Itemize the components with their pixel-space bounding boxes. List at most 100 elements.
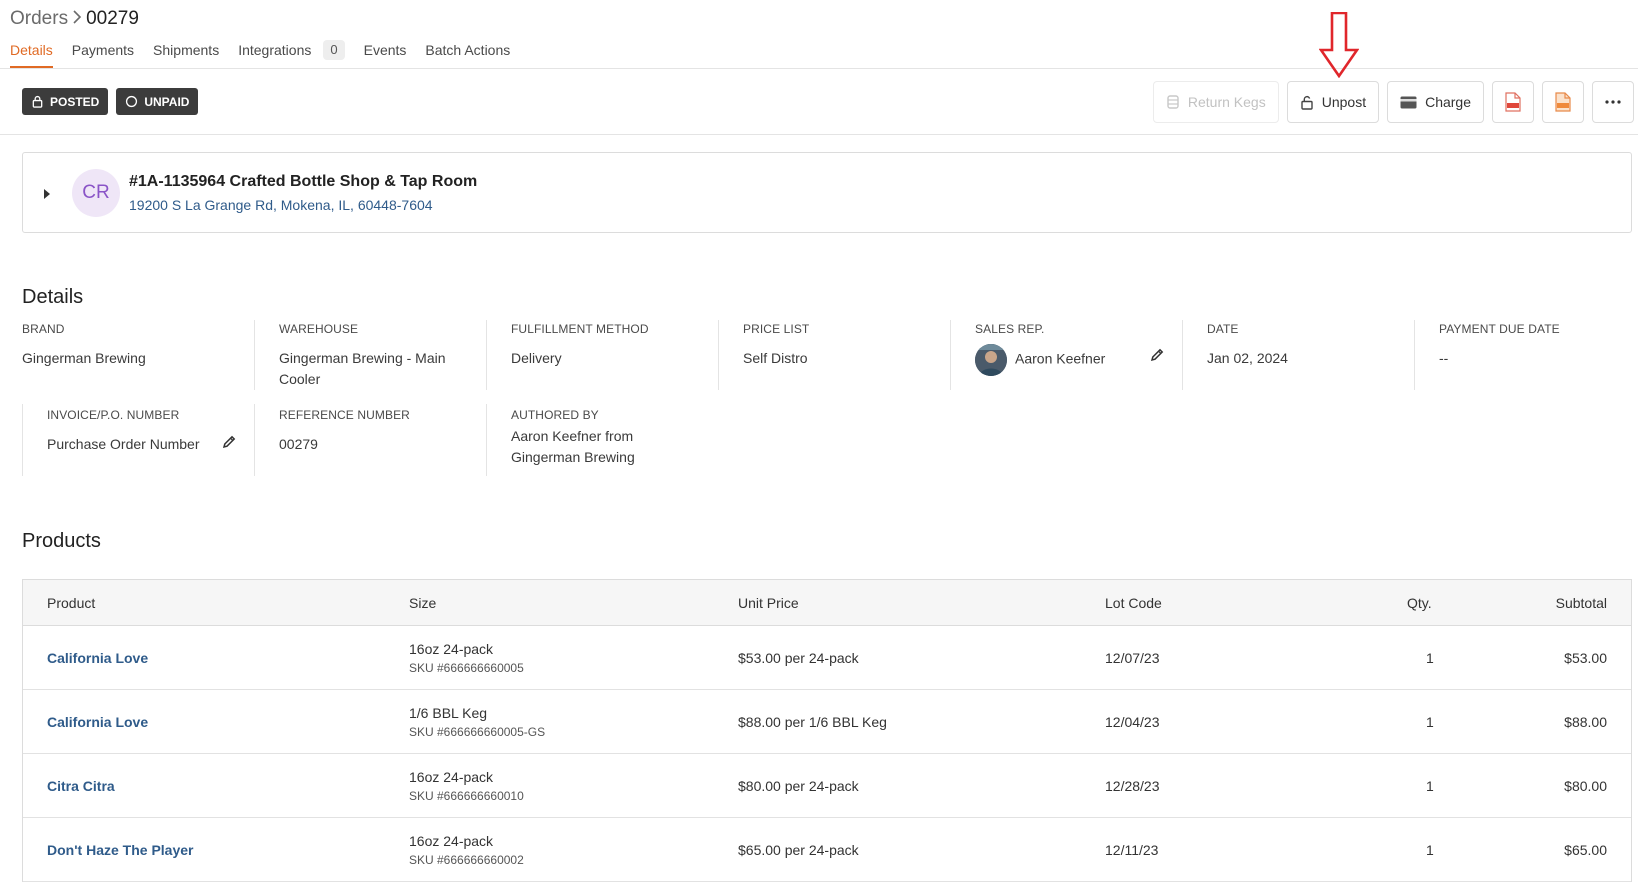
product-link[interactable]: Don't Haze The Player	[47, 842, 193, 858]
reference-value: 00279	[279, 436, 318, 452]
status-row: POSTED UNPAID	[22, 88, 199, 115]
column-divider	[1414, 320, 1415, 390]
more-actions-button[interactable]	[1592, 81, 1634, 123]
chevron-right-icon	[72, 9, 82, 29]
warehouse-value: Gingerman Brewing - Main Cooler	[279, 348, 446, 390]
size-cell: 1/6 BBL Keg SKU #666666660005-GS	[409, 704, 545, 741]
tab-label: Events	[363, 42, 407, 58]
size-cell: 16oz 24-pack SKU #666666660010	[409, 768, 524, 805]
posted-label: POSTED	[50, 94, 100, 109]
column-divider	[1182, 320, 1183, 390]
brand-field: BRAND Gingerman Brewing	[22, 322, 146, 369]
page-title: 00279	[86, 8, 139, 29]
sales-rep-value: Aaron Keefner	[975, 344, 1175, 376]
products-table: Product Size Unit Price Lot Code Qty. Su…	[22, 579, 1632, 882]
sku-value: SKU #666666660005-GS	[409, 725, 546, 739]
col-size-header[interactable]: Size	[409, 595, 436, 611]
product-link[interactable]: California Love	[47, 714, 148, 730]
table-header: Product Size Unit Price Lot Code Qty. Su…	[23, 580, 1631, 626]
authored-by-line1: Aaron Keefner from	[511, 428, 634, 444]
sales-rep-avatar	[975, 344, 1007, 376]
col-product-header[interactable]: Product	[47, 595, 95, 611]
invoice-field: INVOICE/P.O. NUMBER Purchase Order Numbe…	[47, 408, 200, 455]
unpost-label: Unpost	[1321, 94, 1367, 110]
subtotal-cell: $65.00	[1564, 842, 1607, 858]
column-divider	[950, 320, 951, 390]
keg-icon	[1167, 95, 1179, 109]
tab-bar: Details Payments Shipments Integrations 0…	[10, 40, 529, 68]
col-unit-price-header[interactable]: Unit Price	[738, 595, 799, 611]
warehouse-field: WAREHOUSE Gingerman Brewing - Main Cooler	[279, 322, 446, 390]
authored-by-field: AUTHORED BY Aaron Keefner from Gingerman …	[511, 408, 635, 468]
breadcrumb-orders-link[interactable]: Orders	[10, 8, 68, 30]
tab-label: Payments	[71, 42, 135, 58]
invoice-label: INVOICE/P.O. NUMBER	[47, 408, 180, 422]
product-link[interactable]: California Love	[47, 650, 148, 666]
column-divider	[486, 404, 487, 476]
charge-label: Charge	[1425, 94, 1471, 110]
lot-code-cell: 12/07/23	[1105, 650, 1160, 666]
unpaid-status-badge: UNPAID	[116, 88, 199, 115]
price-list-value: Self Distro	[743, 350, 808, 366]
sku-value: SKU #666666660002	[409, 853, 524, 867]
payment-due-value: --	[1439, 350, 1449, 366]
tab-label: Shipments	[153, 42, 220, 58]
charge-button[interactable]: Charge	[1387, 81, 1484, 123]
date-field: DATE Jan 02, 2024	[1207, 322, 1288, 369]
tab-shipments[interactable]: Shipments	[153, 40, 219, 68]
sales-rep-name: Aaron Keefner	[1015, 350, 1106, 367]
warehouse-value-line2: Cooler	[279, 371, 321, 387]
payment-due-field: PAYMENT DUE DATE --	[1439, 322, 1560, 369]
tab-payments[interactable]: Payments	[72, 40, 134, 68]
unpost-button[interactable]: Unpost	[1286, 81, 1380, 123]
size-cell: 16oz 24-pack SKU #666666660005	[409, 640, 524, 677]
return-kegs-button[interactable]: Return Kegs	[1152, 81, 1279, 123]
tab-integrations[interactable]: Integrations 0	[238, 40, 345, 68]
subtotal-cell: $80.00	[1564, 778, 1607, 794]
date-value: Jan 02, 2024	[1207, 350, 1288, 366]
customer-card[interactable]: CR #1A-1135964 Crafted Bottle Shop & Tap…	[22, 152, 1632, 233]
unlock-icon	[1301, 95, 1313, 110]
subtotal-cell: $88.00	[1564, 714, 1607, 730]
products-section-title: Products	[22, 530, 101, 552]
payment-due-label: PAYMENT DUE DATE	[1439, 322, 1560, 336]
return-kegs-label: Return Kegs	[1187, 94, 1266, 110]
tab-batch-actions[interactable]: Batch Actions	[425, 40, 510, 68]
col-subtotal-header[interactable]: Subtotal	[1556, 595, 1607, 611]
download-pdf-alt-button[interactable]	[1542, 81, 1584, 123]
reference-field: REFERENCE NUMBER 00279	[279, 408, 410, 455]
table-row: Citra Citra 16oz 24-pack SKU #66666666001…	[23, 754, 1631, 818]
tab-events[interactable]: Events	[364, 40, 407, 68]
tab-label: Integrations	[238, 42, 312, 58]
caret-right-icon[interactable]	[43, 187, 51, 205]
edit-sales-rep-pencil-icon[interactable]	[1150, 348, 1164, 367]
posted-status-badge: POSTED	[22, 88, 109, 115]
fulfillment-label: FULFILLMENT METHOD	[511, 322, 649, 336]
details-section-title: Details	[22, 286, 84, 308]
unit-price-cell: $65.00 per 24-pack	[738, 842, 859, 858]
unit-price-cell: $88.00 per 1/6 BBL Keg	[738, 714, 887, 730]
col-qty-header[interactable]: Qty.	[1407, 595, 1432, 611]
subtotal-cell: $53.00	[1564, 650, 1607, 666]
brand-label: BRAND	[22, 322, 65, 336]
price-list-field: PRICE LIST Self Distro	[743, 322, 809, 369]
sku-value: SKU #666666660005	[409, 661, 524, 675]
fulfillment-value: Delivery	[511, 350, 562, 366]
tab-label: Details	[10, 42, 53, 58]
tab-details[interactable]: Details	[10, 40, 53, 68]
product-link[interactable]: Citra Citra	[47, 778, 115, 794]
status-divider	[0, 134, 1638, 135]
download-pdf-button[interactable]	[1492, 81, 1534, 123]
size-value: 16oz 24-pack	[409, 833, 494, 849]
edit-invoice-pencil-icon[interactable]	[222, 435, 236, 454]
lot-code-cell: 12/11/23	[1105, 842, 1159, 858]
customer-address[interactable]: 19200 S La Grange Rd, Mokena, IL, 60448-…	[129, 197, 433, 213]
circle-icon	[126, 95, 138, 108]
invoice-po-input[interactable]: Purchase Order Number	[47, 434, 200, 455]
warehouse-label: WAREHOUSE	[279, 322, 359, 336]
col-lot-code-header[interactable]: Lot Code	[1105, 595, 1162, 611]
size-value: 1/6 BBL Keg	[409, 705, 488, 721]
table-row: California Love 1/6 BBL Keg SKU #66666666…	[23, 690, 1631, 754]
table-row: Don't Haze The Player 16oz 24-pack SKU #6…	[23, 818, 1631, 882]
tabs-divider	[0, 68, 1638, 69]
